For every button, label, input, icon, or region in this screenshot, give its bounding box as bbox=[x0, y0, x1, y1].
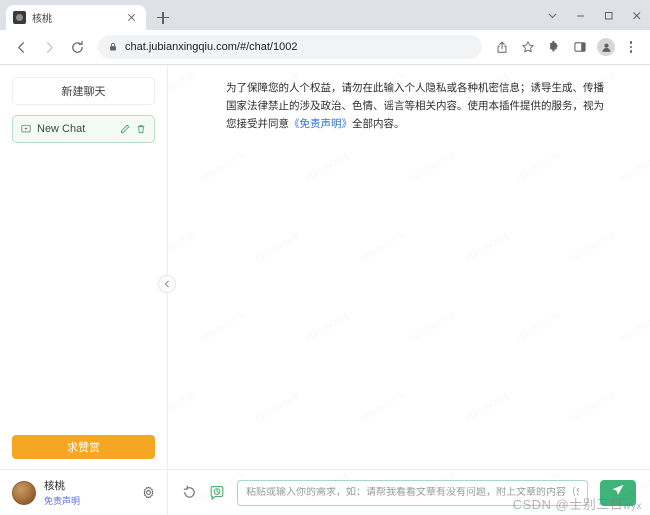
disclaimer-link-sidebar[interactable]: 免责声明 bbox=[44, 494, 134, 507]
lock-icon bbox=[108, 42, 118, 52]
browser-toolbar: chat.jubianxingqiu.com/#/chat/1002 bbox=[0, 30, 650, 64]
avatar bbox=[597, 38, 615, 56]
extensions-puzzle-icon[interactable] bbox=[542, 35, 566, 59]
chat-list: New Chat bbox=[0, 105, 167, 435]
gear-icon[interactable] bbox=[142, 486, 155, 499]
chat-sidebar: 新建聊天 New Chat 求赞赏 核桃 免责声明 bbox=[0, 65, 176, 515]
browser-tab[interactable]: 核桃 bbox=[6, 5, 146, 30]
trash-icon[interactable] bbox=[136, 124, 146, 134]
page-viewport: 新建聊天 New Chat 求赞赏 核桃 免责声明 为了保障您的人个权益，请勿在… bbox=[0, 65, 650, 515]
bookmark-star-icon[interactable] bbox=[516, 35, 540, 59]
browser-window: 核桃 chat.jubianxingqiu.com/#/chat/1002 新建… bbox=[0, 0, 650, 515]
history-clock-icon[interactable] bbox=[209, 485, 225, 501]
donate-button[interactable]: 求赞赏 bbox=[12, 435, 155, 459]
chat-list-item[interactable]: New Chat bbox=[12, 115, 155, 143]
disclaimer-link[interactable]: 《免责声明》 bbox=[289, 118, 352, 130]
new-tab-button[interactable] bbox=[150, 5, 176, 30]
chat-bubble-icon bbox=[21, 124, 31, 134]
window-close-icon[interactable] bbox=[622, 0, 650, 30]
new-chat-button[interactable]: 新建聊天 bbox=[12, 77, 155, 105]
address-bar[interactable]: chat.jubianxingqiu.com/#/chat/1002 bbox=[98, 35, 482, 59]
chevron-down-icon[interactable] bbox=[538, 0, 566, 30]
send-plane-icon bbox=[611, 483, 625, 502]
chat-main: #1012342178#1012342178#1012342178#101234… bbox=[168, 65, 650, 515]
sidebar-top: 新建聊天 bbox=[0, 65, 167, 105]
tab-strip: 核桃 bbox=[0, 0, 650, 30]
chat-list-item-label: New Chat bbox=[37, 123, 86, 135]
profile-avatar-icon[interactable] bbox=[594, 35, 618, 59]
maximize-icon[interactable] bbox=[594, 0, 622, 30]
reload-icon[interactable] bbox=[64, 34, 90, 60]
send-button[interactable] bbox=[600, 479, 636, 506]
refresh-icon[interactable] bbox=[182, 485, 197, 500]
new-chat-button-label: 新建聊天 bbox=[61, 86, 106, 98]
user-avatar[interactable] bbox=[12, 480, 36, 505]
tab-title: 核桃 bbox=[32, 14, 52, 25]
walnut-favicon bbox=[13, 11, 26, 24]
message-input-wrapper[interactable] bbox=[237, 479, 588, 506]
disclaimer-part1: 为了保障您的人个权益，请勿在此输入个人隐私或各种机密信息；诱导生成、传播国家法律… bbox=[226, 82, 604, 131]
message-area: 为了保障您的人个权益，请勿在此输入个人隐私或各种机密信息；诱导生成、传播国家法律… bbox=[168, 65, 650, 469]
share-icon[interactable] bbox=[490, 35, 514, 59]
back-icon[interactable] bbox=[8, 34, 34, 60]
user-profile: 核桃 免责声明 bbox=[0, 469, 167, 515]
message-input[interactable] bbox=[246, 487, 579, 498]
close-icon[interactable] bbox=[125, 11, 139, 25]
edit-icon[interactable] bbox=[120, 124, 130, 134]
url-text: chat.jubianxingqiu.com/#/chat/1002 bbox=[125, 41, 298, 53]
minimize-icon[interactable] bbox=[566, 0, 594, 30]
disclaimer-text: 为了保障您的人个权益，请勿在此输入个人隐私或各种机密信息；诱导生成、传播国家法律… bbox=[226, 79, 604, 133]
donate-button-label: 求赞赏 bbox=[67, 442, 100, 454]
sidebar-collapse-button[interactable] bbox=[158, 275, 176, 293]
disclaimer-part2: 全部内容。 bbox=[352, 118, 405, 131]
side-panel-icon[interactable] bbox=[568, 35, 592, 59]
user-name: 核桃 bbox=[44, 480, 65, 492]
message-composer bbox=[168, 469, 650, 515]
window-controls bbox=[538, 0, 650, 30]
sidebar-bottom: 求赞赏 核桃 免责声明 bbox=[0, 435, 167, 515]
user-profile-text: 核桃 免责声明 bbox=[44, 478, 134, 507]
forward-icon[interactable] bbox=[36, 34, 62, 60]
chrome-menu-icon[interactable] bbox=[620, 35, 642, 59]
